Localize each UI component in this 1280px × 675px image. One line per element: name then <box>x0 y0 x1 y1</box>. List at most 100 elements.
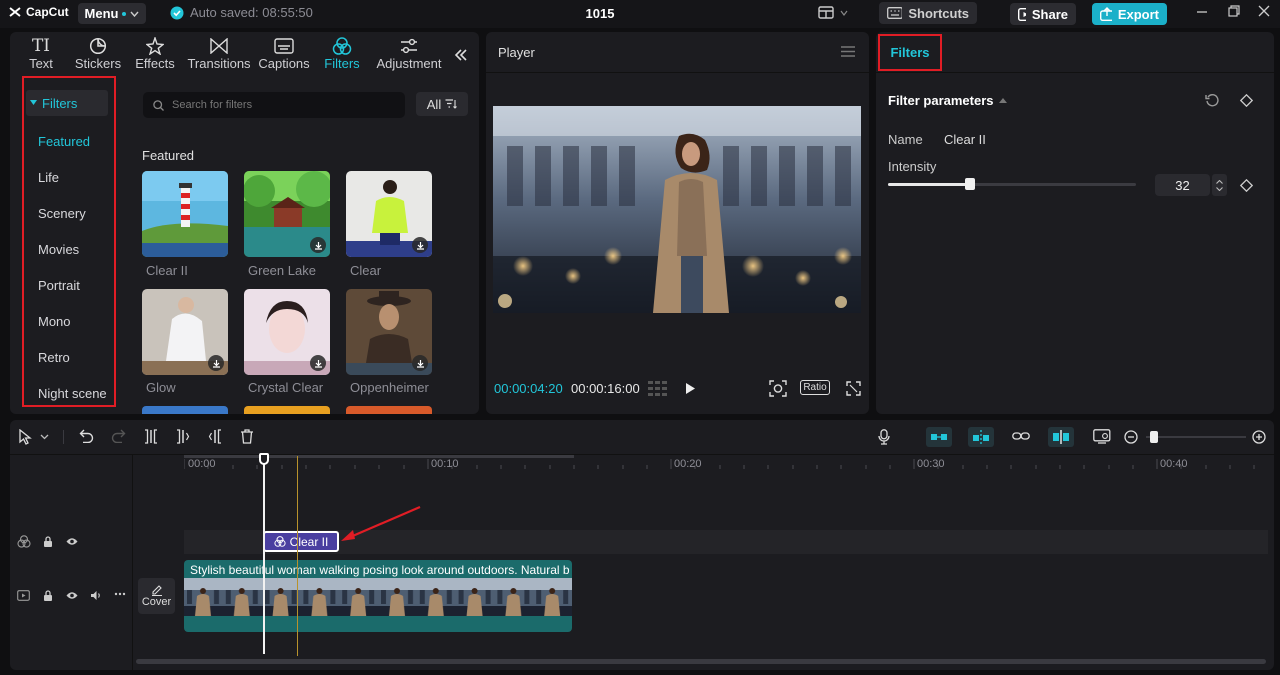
tab-adjustment[interactable]: Adjustment <box>376 36 442 71</box>
capcut-logo-icon <box>9 7 21 17</box>
linkage-button[interactable] <box>1012 430 1030 442</box>
record-audio-button[interactable] <box>878 429 890 445</box>
lock-track-button[interactable] <box>43 590 53 601</box>
tab-effects[interactable]: Effects <box>125 36 185 71</box>
fullscreen-zoom-button[interactable] <box>769 380 787 397</box>
intensity-stepper[interactable] <box>1212 174 1227 196</box>
filter-thumb-glow[interactable] <box>142 289 228 375</box>
download-icon[interactable] <box>208 355 224 371</box>
zoom-in-button[interactable] <box>1252 430 1266 444</box>
tab-filters[interactable]: Filters <box>312 36 372 71</box>
filter-thumb-crystal-clear[interactable] <box>244 289 330 375</box>
lock-track-button[interactable] <box>43 536 53 547</box>
work-area-bar[interactable] <box>184 455 574 458</box>
thumbnail-view-button[interactable] <box>1093 429 1111 444</box>
filter-parameters-heading[interactable]: Filter parameters <box>888 93 1007 108</box>
video-clip[interactable]: Stylish beautiful woman walking posing l… <box>184 560 572 632</box>
app-name: CapCut <box>26 5 69 19</box>
chevron-down-icon <box>130 11 139 17</box>
category-tabs: TI Text Stickers Effects Transitions Cap… <box>10 32 479 76</box>
more-options-button[interactable] <box>114 592 126 596</box>
minimize-button[interactable] <box>1196 5 1208 17</box>
close-button[interactable] <box>1258 5 1270 17</box>
tab-captions[interactable]: Captions <box>254 36 314 71</box>
layout-button[interactable] <box>818 6 848 19</box>
microphone-icon <box>878 429 890 445</box>
tab-label: Stickers <box>74 56 122 71</box>
video-preview[interactable] <box>493 106 861 313</box>
filter-thumb-green-lake[interactable] <box>244 171 330 257</box>
ratio-button[interactable]: Ratio <box>800 380 830 395</box>
main-track-magnet-button[interactable] <box>926 427 952 447</box>
preview-axis-button[interactable] <box>1048 427 1074 447</box>
tab-label: Filters <box>324 56 360 71</box>
filter-thumb-clear[interactable] <box>346 171 432 257</box>
play-button[interactable] <box>685 382 696 395</box>
zoom-slider-track[interactable] <box>1146 436 1246 438</box>
download-icon[interactable] <box>412 237 428 253</box>
tab-stickers[interactable]: Stickers <box>68 36 128 71</box>
intensity-slider-handle[interactable] <box>965 178 975 190</box>
share-button[interactable]: Share <box>1010 3 1076 25</box>
download-icon[interactable] <box>310 237 326 253</box>
playhead[interactable] <box>263 456 265 654</box>
zoom-out-button[interactable] <box>1124 430 1138 444</box>
redo-button[interactable] <box>111 429 126 443</box>
toggle-visibility-button[interactable] <box>66 591 78 600</box>
toggle-visibility-button[interactable] <box>66 537 78 546</box>
hamburger-icon <box>841 46 855 57</box>
zoom-in-icon <box>1252 430 1266 444</box>
export-button[interactable]: Export <box>1092 3 1167 25</box>
filter-funnel-icon <box>445 99 458 109</box>
reset-button[interactable] <box>1205 93 1219 107</box>
intensity-value-input[interactable]: 32 <box>1155 174 1210 196</box>
download-icon[interactable] <box>310 355 326 371</box>
cover-label: Cover <box>141 596 172 608</box>
mute-button[interactable] <box>90 590 102 601</box>
filter-label: Green Lake <box>248 263 316 278</box>
magnet-link-icon <box>931 434 947 440</box>
timeline-grid-button[interactable] <box>648 381 668 396</box>
filter-label: Clear II <box>146 263 188 278</box>
trash-icon <box>241 429 253 444</box>
filter-type-dropdown[interactable]: All <box>416 92 468 116</box>
search-input[interactable]: Search for filters <box>143 92 405 118</box>
delete-right-button[interactable] <box>208 429 222 444</box>
filter-thumb-partial[interactable] <box>244 406 330 414</box>
search-placeholder: Search for filters <box>172 99 253 111</box>
highlight-box <box>22 76 116 407</box>
tab-filters-inspector[interactable]: Filters <box>878 34 942 71</box>
filter-label: Crystal Clear <box>248 380 324 395</box>
split-button[interactable] <box>144 429 158 444</box>
intensity-label: Intensity <box>888 159 937 174</box>
tab-transitions[interactable]: Transitions <box>187 36 251 71</box>
filter-thumb-partial[interactable] <box>346 406 432 414</box>
fullscreen-button[interactable] <box>846 381 861 396</box>
auto-snap-button[interactable] <box>968 427 994 447</box>
player-menu-button[interactable] <box>841 46 855 57</box>
undo-button[interactable] <box>79 429 94 443</box>
maximize-button[interactable] <box>1228 5 1240 17</box>
select-tool-button[interactable] <box>18 429 50 445</box>
menu-button[interactable]: Menu <box>78 3 146 24</box>
shortcuts-button[interactable]: Shortcuts <box>879 2 977 24</box>
video-track-type-icon <box>17 590 30 601</box>
playhead-handle[interactable] <box>259 453 269 465</box>
filter-clip[interactable]: Clear II <box>263 531 339 552</box>
intensity-keyframe-button[interactable] <box>1240 179 1253 192</box>
horizontal-scrollbar[interactable] <box>136 659 1266 664</box>
collapse-panel-button[interactable] <box>454 48 468 62</box>
download-icon[interactable] <box>412 355 428 371</box>
zoom-slider-handle[interactable] <box>1150 431 1158 443</box>
filter-thumb-oppenheimer[interactable] <box>346 289 432 375</box>
focus-zoom-icon <box>769 380 787 397</box>
keyframe-button[interactable] <box>1240 94 1253 107</box>
delete-button[interactable] <box>240 429 254 444</box>
delete-left-button[interactable] <box>176 429 190 444</box>
inspector-panel: Filters Filter parameters Name Clear II … <box>876 32 1274 414</box>
filter-thumb-clear-ii[interactable] <box>142 171 228 257</box>
tab-text[interactable]: TI Text <box>11 36 71 71</box>
cover-button[interactable]: Cover <box>138 578 175 614</box>
filter-thumb-partial[interactable] <box>142 406 228 414</box>
filter-track-type-icon <box>17 535 31 548</box>
